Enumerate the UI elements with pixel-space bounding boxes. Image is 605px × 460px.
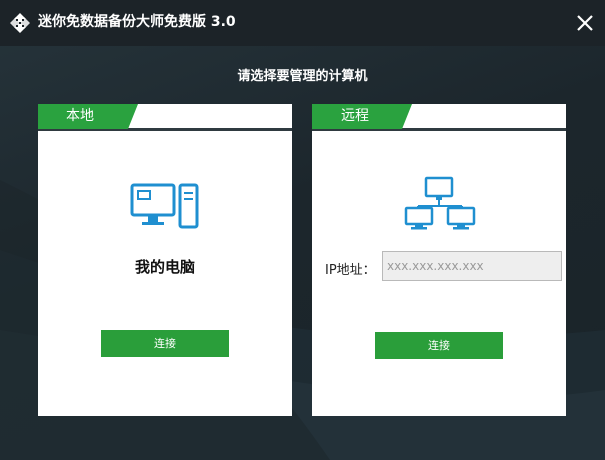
remote-panel: 远程 IP地址： 连接	[312, 104, 566, 416]
close-icon	[577, 15, 593, 31]
local-panel: 本地 我的电脑 连接	[38, 104, 292, 416]
ip-address-label: IP地址：	[325, 263, 376, 278]
desktop-computer-icon	[130, 183, 199, 229]
tab-local[interactable]: 本地	[38, 104, 138, 129]
title-bar: 迷你免数据备份大师免费版 3.0	[0, 0, 605, 46]
local-tab-strip: 本地	[38, 104, 292, 132]
sync-arrows-logo-icon	[10, 13, 30, 33]
tab-remote[interactable]: 远程	[312, 104, 412, 129]
close-button[interactable]	[570, 8, 600, 38]
ip-address-input[interactable]	[382, 251, 562, 281]
page-heading: 请选择要管理的计算机	[237, 69, 368, 84]
remote-connect-button[interactable]: 连接	[375, 332, 503, 359]
local-connect-button[interactable]: 连接	[101, 330, 229, 357]
network-computers-icon	[404, 176, 476, 230]
remote-tab-strip: 远程	[312, 104, 566, 132]
my-computer-label: 我的电脑	[134, 258, 195, 276]
app-title: 迷你免数据备份大师免费版 3.0	[38, 14, 236, 30]
